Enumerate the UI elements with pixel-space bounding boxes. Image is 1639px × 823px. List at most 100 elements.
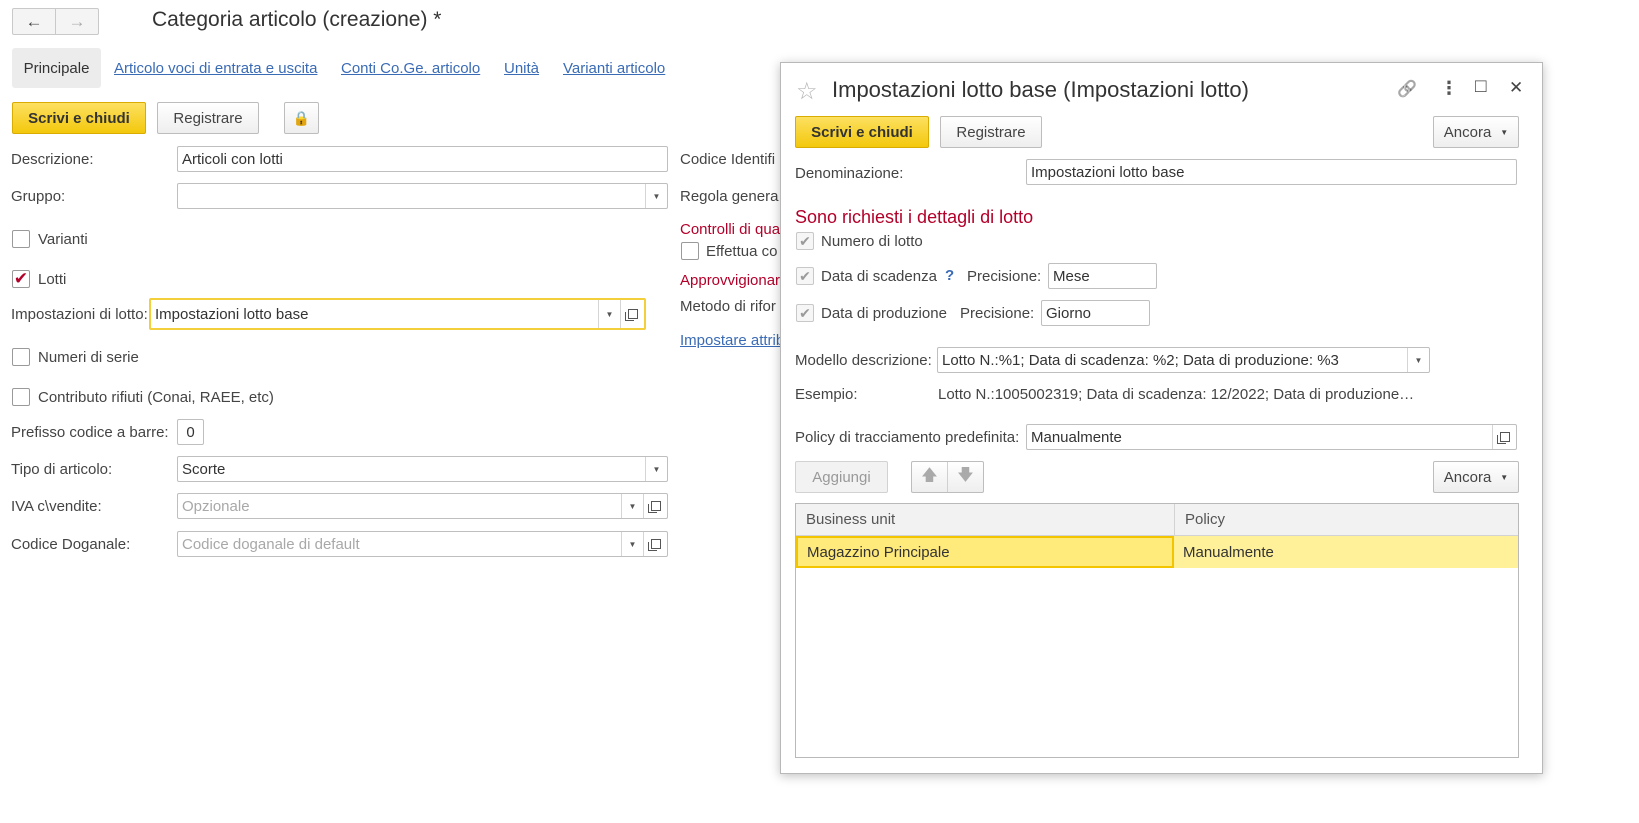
ancora-label: Ancora (1443, 468, 1492, 486)
table-row[interactable]: Magazzino Principale Manualmente (796, 536, 1518, 568)
tab-principale[interactable]: Principale (12, 48, 101, 88)
precisione-scadenza-input[interactable]: Mese (1048, 263, 1157, 289)
denominazione-input[interactable]: Impostazioni lotto base (1026, 159, 1517, 185)
tab-unita[interactable]: Unità (504, 60, 539, 77)
impostazioni-lotto-value: Impostazioni lotto base (155, 305, 309, 323)
tipo-articolo-label: Tipo di articolo: (11, 461, 113, 478)
tipo-articolo-input[interactable]: Scorte ▼ (177, 456, 668, 482)
tab-varianti-articolo[interactable]: Varianti articolo (563, 60, 665, 77)
tipo-articolo-value: Scorte (182, 460, 226, 478)
gruppo-input[interactable]: ▼ (177, 183, 668, 209)
policy-tracciamento-value: Manualmente (1031, 428, 1122, 446)
dialog-more-actions-button[interactable]: Ancora ▼ (1433, 116, 1519, 148)
lot-settings-dialog: ☆ Impostazioni lotto base (Impostazioni … (780, 62, 1543, 774)
lot-details-heading: Sono richiesti i dettagli di lotto (795, 207, 1034, 227)
contributo-rifiuti-checkbox[interactable] (12, 388, 30, 406)
precisione-produzione-label: Precisione: (960, 305, 1035, 322)
varianti-label: Varianti (38, 231, 88, 248)
prefisso-value: 0 (186, 423, 195, 441)
save-close-button[interactable]: Scrivi e chiudi (12, 102, 146, 134)
chevron-down-icon[interactable]: ▼ (645, 457, 667, 481)
arrow-down-icon[interactable]: 🡇 (948, 464, 983, 491)
page-title: Categoria articolo (creazione) * (152, 8, 442, 31)
data-scadenza-label: Data di scadenza (821, 268, 937, 285)
modello-descrizione-input[interactable]: Lotto N.:%1; Data di scadenza: %2; Data … (937, 347, 1430, 373)
chevron-down-icon[interactable]: ▼ (645, 184, 667, 208)
back-arrow-icon[interactable]: ← (13, 9, 55, 34)
chevron-down-icon[interactable]: ▼ (1407, 348, 1429, 372)
open-icon[interactable] (643, 494, 667, 518)
move-buttons: 🡅 🡇 (911, 461, 984, 493)
precisione-scadenza-value: Mese (1053, 267, 1090, 285)
dialog-title: Impostazioni lotto base (Impostazioni lo… (832, 77, 1249, 102)
codice-doganale-placeholder: Codice doganale di default (182, 535, 360, 553)
column-header-business-unit[interactable]: Business unit (796, 504, 1175, 535)
chevron-down-icon[interactable]: ▼ (621, 494, 643, 518)
open-icon[interactable] (1492, 425, 1516, 449)
iva-placeholder: Opzionale (182, 497, 250, 515)
table-cell-business-unit[interactable]: Magazzino Principale (796, 536, 1174, 568)
business-unit-table: Business unit Policy Magazzino Principal… (795, 503, 1519, 758)
impostazioni-lotto-label: Impostazioni di lotto: (11, 306, 148, 323)
codice-doganale-input[interactable]: Codice doganale di default ▼ (177, 531, 668, 557)
ancora-label: Ancora (1443, 123, 1492, 141)
impostare-attributi-link[interactable]: Impostare attrib (680, 332, 784, 349)
star-icon[interactable]: ☆ (796, 77, 818, 106)
varianti-checkbox[interactable] (12, 230, 30, 248)
table-cell-policy[interactable]: Manualmente (1174, 536, 1518, 568)
chevron-down-icon[interactable]: ▼ (621, 532, 643, 556)
chevron-down-icon: ▼ (1500, 127, 1509, 137)
esempio-label: Esempio: (795, 386, 858, 403)
controlli-qualita-heading: Controlli di qua (680, 221, 781, 238)
open-icon[interactable] (643, 532, 667, 556)
arrow-up-icon[interactable]: 🡅 (912, 464, 947, 491)
data-produzione-label: Data di produzione (821, 305, 947, 322)
lotti-checkbox[interactable]: ✔ (12, 269, 30, 288)
open-icon[interactable] (620, 300, 644, 328)
numeri-serie-checkbox[interactable] (12, 348, 30, 366)
lock-icon[interactable]: 🔒 (284, 102, 319, 134)
tab-conti-coge[interactable]: Conti Co.Ge. articolo (341, 60, 480, 77)
link-icon[interactable]: 🔗 (1397, 79, 1417, 99)
metodo-rifornimento-label: Metodo di rifor (680, 298, 776, 315)
gruppo-label: Gruppo: (11, 188, 66, 205)
dialog-save-close-button[interactable]: Scrivi e chiudi (795, 116, 929, 148)
table-more-actions-button[interactable]: Ancora ▼ (1433, 461, 1519, 493)
denominazione-value: Impostazioni lotto base (1031, 163, 1185, 181)
effettua-controllo-checkbox[interactable] (681, 242, 699, 260)
esempio-value: Lotto N.:1005002319; Data di scadenza: 1… (938, 386, 1415, 403)
table-header: Business unit Policy (796, 504, 1518, 536)
iva-label: IVA c\vendite: (11, 498, 102, 515)
aggiungi-button[interactable]: Aggiungi (795, 461, 888, 493)
register-button[interactable]: Registrare (157, 102, 259, 134)
modello-descrizione-value: Lotto N.:%1; Data di scadenza: %2; Data … (942, 351, 1339, 369)
codice-doganale-label: Codice Doganale: (11, 536, 131, 553)
data-scadenza-checkbox[interactable]: ✔ (796, 267, 814, 285)
numero-lotto-checkbox[interactable]: ✔ (796, 232, 814, 250)
contributo-rifiuti-label: Contributo rifiuti (Conai, RAEE, etc) (38, 389, 274, 406)
descrizione-input[interactable]: Articoli con lotti (177, 146, 668, 172)
dialog-register-button[interactable]: Registrare (940, 116, 1042, 148)
precisione-scadenza-label: Precisione: (967, 268, 1042, 285)
precisione-produzione-input[interactable]: Giorno (1041, 300, 1150, 326)
modello-descrizione-label: Modello descrizione: (795, 352, 932, 369)
forward-arrow-icon[interactable]: → (55, 9, 98, 34)
lotti-label: Lotti (38, 271, 67, 288)
iva-input[interactable]: Opzionale ▼ (177, 493, 668, 519)
tab-voci-entrata-uscita[interactable]: Articolo voci di entrata e uscita (114, 60, 317, 77)
descrizione-label: Descrizione: (11, 151, 94, 168)
prefisso-input[interactable]: 0 (177, 419, 204, 445)
maximize-icon[interactable]: □ (1475, 76, 1486, 98)
chevron-down-icon[interactable]: ▼ (598, 300, 620, 328)
policy-tracciamento-input[interactable]: Manualmente (1026, 424, 1517, 450)
numeri-serie-label: Numeri di serie (38, 349, 139, 366)
help-icon[interactable]: ? (945, 267, 954, 284)
regola-generazione-label: Regola genera (680, 188, 779, 205)
more-icon[interactable]: ⋮ (1440, 78, 1458, 99)
column-header-policy[interactable]: Policy (1175, 504, 1518, 535)
codice-identificativo-label: Codice Identifi (680, 151, 776, 168)
numero-lotto-label: Numero di lotto (821, 233, 923, 250)
impostazioni-lotto-input[interactable]: Impostazioni lotto base ▼ (149, 298, 646, 330)
close-icon[interactable]: ✕ (1509, 78, 1523, 98)
data-produzione-checkbox[interactable]: ✔ (796, 304, 814, 322)
